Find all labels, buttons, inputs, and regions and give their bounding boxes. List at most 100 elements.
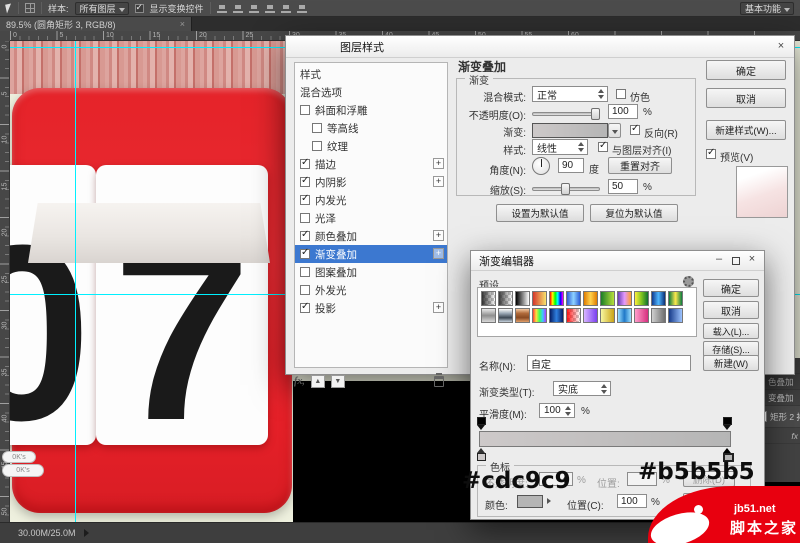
gradient-preset-swatch[interactable]	[600, 308, 615, 323]
effect-row[interactable]: 描边 +	[295, 155, 447, 173]
minimize-icon[interactable]: –	[712, 253, 726, 267]
styles-item[interactable]: 样式	[295, 65, 447, 83]
preview-checkbox[interactable]	[706, 147, 716, 159]
gradient-preset-swatch[interactable]	[481, 291, 496, 306]
gradient-preset-swatch[interactable]	[566, 308, 581, 323]
opacity-stop-right[interactable]	[723, 417, 732, 425]
effect-checkbox[interactable]	[300, 175, 310, 187]
gradient-preset-swatch[interactable]	[668, 291, 683, 306]
color-menu-arrow-icon[interactable]	[547, 498, 551, 504]
opacity-slider-knob[interactable]	[591, 108, 600, 120]
gradient-preset-swatch[interactable]	[515, 308, 530, 323]
gradient-preset-swatch[interactable]	[583, 291, 598, 306]
workspace-switcher[interactable]: 基本功能	[739, 1, 794, 15]
close-icon[interactable]: ×	[774, 40, 788, 54]
gradient-preset-swatch[interactable]	[651, 291, 666, 306]
align-left-icon[interactable]	[216, 4, 227, 13]
effect-row[interactable]: 颜色叠加 +	[295, 227, 447, 245]
layer-style-titlebar[interactable]: 图层样式 ×	[286, 36, 794, 58]
maximize-icon[interactable]	[732, 257, 740, 265]
effect-row[interactable]: 内阴影 +	[295, 173, 447, 191]
gradient-preset-swatch[interactable]	[634, 308, 649, 323]
gradient-swatch[interactable]	[532, 123, 608, 138]
gradient-dropdown-arrow[interactable]	[608, 123, 621, 138]
gradient-preset-swatch[interactable]	[583, 308, 598, 323]
add-effect-button[interactable]: +	[433, 248, 444, 259]
show-transform-checkbox[interactable]	[134, 2, 144, 13]
style-select[interactable]: 线性	[532, 139, 588, 155]
gradient-preset-swatch[interactable]	[600, 291, 615, 306]
effect-checkbox[interactable]	[300, 105, 310, 115]
add-effect-button[interactable]: +	[433, 302, 444, 313]
add-effect-button[interactable]: +	[433, 176, 444, 187]
effect-checkbox[interactable]	[312, 141, 322, 151]
gradient-preset-swatch[interactable]	[634, 291, 649, 306]
scale-slider[interactable]	[532, 183, 600, 195]
opacity-input[interactable]	[608, 104, 638, 119]
effect-row[interactable]: 图案叠加	[295, 263, 447, 281]
ok-button[interactable]: 确定	[706, 60, 786, 80]
guide-vertical[interactable]	[75, 41, 76, 522]
gradient-preset-swatch[interactable]	[617, 291, 632, 306]
effect-row[interactable]: 内发光	[295, 191, 447, 209]
angle-input[interactable]	[558, 158, 584, 173]
gradient-type-select[interactable]: 实底	[553, 381, 611, 396]
gradient-preset-swatch[interactable]	[498, 291, 513, 306]
distribute-middle-icon[interactable]	[280, 4, 291, 13]
color-stop-left[interactable]	[477, 453, 486, 461]
effect-checkbox[interactable]	[312, 123, 322, 133]
gradient-preview-bar[interactable]	[479, 431, 731, 447]
gradient-preset-swatch[interactable]	[532, 291, 547, 306]
new-style-button[interactable]: 新建样式(W)...	[706, 120, 786, 140]
gradient-preset-swatch[interactable]	[566, 291, 581, 306]
effect-checkbox[interactable]	[300, 213, 310, 223]
reset-align-button[interactable]: 重置对齐	[608, 157, 672, 174]
gradient-preset-swatch[interactable]	[532, 308, 547, 323]
distribute-bottom-icon[interactable]	[296, 4, 307, 13]
stop-color-swatch[interactable]	[517, 495, 543, 508]
gradient-preset-swatch[interactable]	[668, 308, 683, 323]
document-tab[interactable]: 89.5% (圆角矩形 3, RGB/8) ×	[0, 17, 192, 31]
gradient-preset-swatch[interactable]	[549, 308, 564, 323]
gradient-preset-swatch[interactable]	[651, 308, 666, 323]
fx-menu-icon[interactable]: fx,	[294, 376, 305, 387]
effect-row[interactable]: 纹理	[295, 137, 447, 155]
effect-row[interactable]: 外发光	[295, 281, 447, 299]
effect-checkbox[interactable]	[300, 285, 310, 295]
scale-slider-knob[interactable]	[561, 183, 570, 195]
gradient-editor-titlebar[interactable]: 渐变编辑器 – ×	[471, 251, 764, 271]
blend-mode-select[interactable]: 正常	[532, 86, 608, 102]
close-icon[interactable]: ×	[745, 253, 759, 267]
status-menu-arrow-icon[interactable]	[83, 529, 89, 537]
vertical-ruler[interactable]: 05101520253035404550	[0, 31, 10, 522]
gradient-preset-swatch[interactable]	[498, 308, 513, 323]
smoothness-select[interactable]: 100	[539, 403, 575, 418]
opacity-slider[interactable]	[532, 108, 600, 120]
effect-checkbox[interactable]	[300, 157, 310, 169]
gear-icon[interactable]	[683, 276, 694, 287]
tab-close-icon[interactable]: ×	[180, 19, 185, 29]
reset-default-button[interactable]: 复位为默认值	[590, 204, 678, 222]
cancel-button[interactable]: 取消	[703, 301, 759, 319]
effect-checkbox[interactable]	[300, 301, 310, 313]
gradient-name-input[interactable]	[527, 355, 691, 371]
stop-color-location-input[interactable]	[617, 494, 647, 508]
effect-checkbox[interactable]	[300, 267, 310, 277]
auto-select-icon[interactable]	[25, 3, 35, 13]
cancel-button[interactable]: 取消	[706, 88, 786, 108]
delete-effect-icon[interactable]	[434, 372, 444, 387]
scale-input[interactable]	[608, 179, 638, 194]
effect-row[interactable]: 光泽	[295, 209, 447, 227]
ok-button[interactable]: 确定	[703, 279, 759, 297]
effect-row[interactable]: 渐变叠加 +	[295, 245, 447, 263]
angle-dial[interactable]	[532, 157, 550, 175]
move-tool-icon[interactable]	[5, 2, 13, 14]
blending-options-item[interactable]: 混合选项	[295, 83, 447, 101]
move-effect-up-button[interactable]: ▲	[310, 374, 325, 388]
gradient-preset-swatch[interactable]	[617, 308, 632, 323]
sample-dropdown[interactable]: 所有图层	[74, 1, 129, 15]
align-layer-checkbox[interactable]	[598, 140, 608, 152]
add-effect-button[interactable]: +	[433, 230, 444, 241]
effect-checkbox[interactable]	[300, 229, 310, 241]
reverse-checkbox[interactable]	[630, 123, 640, 135]
